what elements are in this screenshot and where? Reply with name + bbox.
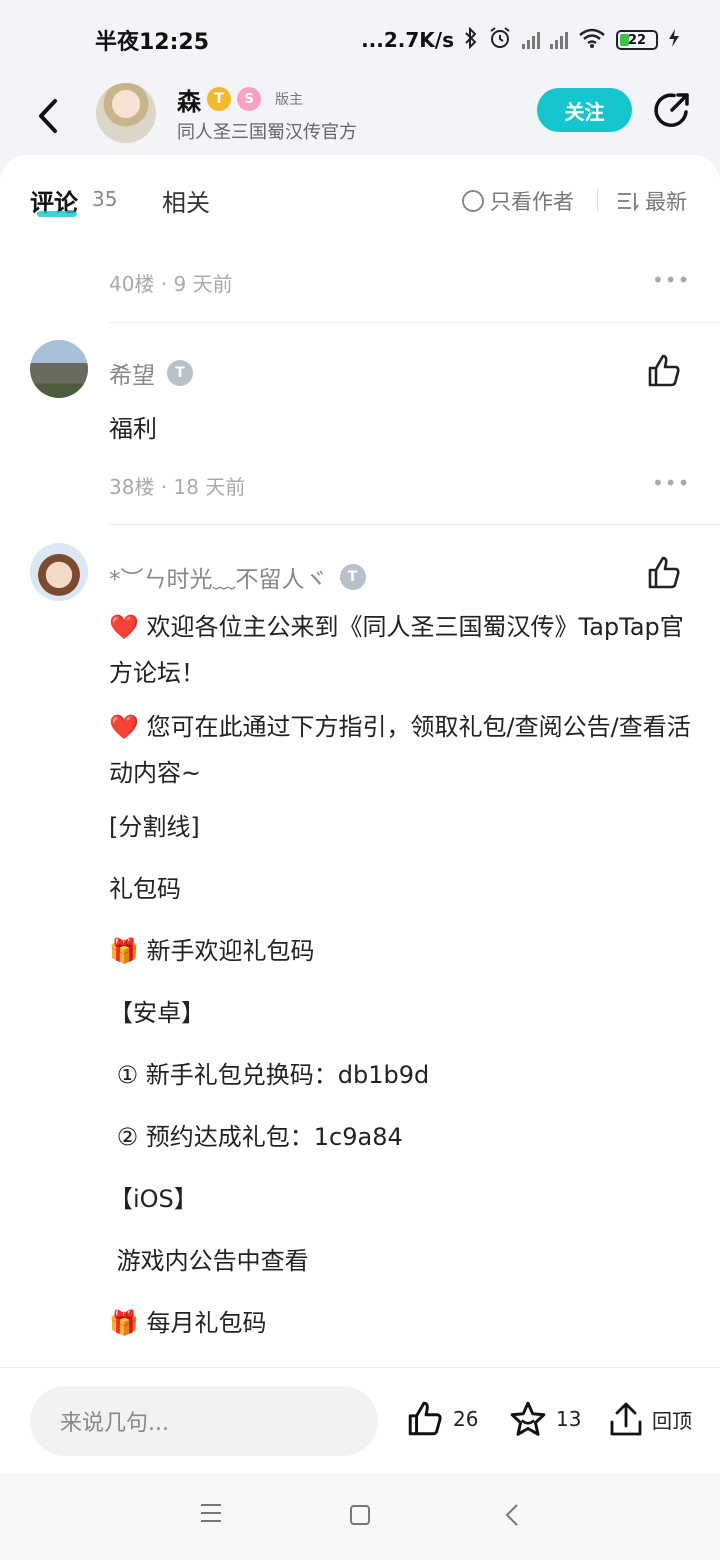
commenter-name-row[interactable]: *︶ㄣ时光﹏不留人ヾ T: [109, 560, 366, 594]
author-name: 森: [177, 87, 201, 116]
system-nav-bar: [0, 1473, 720, 1560]
back-to-top-button[interactable]: 回顶: [608, 1400, 692, 1438]
commenter-avatar[interactable]: [30, 543, 88, 601]
follow-button[interactable]: 关注: [537, 88, 632, 132]
commenter-avatar[interactable]: [30, 340, 88, 398]
comment-tabs: 评论 35 相关 只看作者 最新: [0, 155, 720, 245]
body-line: 游戏内公告中查看: [109, 1247, 309, 1275]
comment-body: ❤️ 欢迎各位主公来到《同人圣三国蜀汉传》TapTap官方论坛！ ❤️ 您可在此…: [109, 604, 699, 1346]
level-badge-icon: T: [207, 87, 231, 111]
body-line: ② 预约达成礼包：1c9a84: [109, 1123, 403, 1151]
only-author-toggle[interactable]: 只看作者: [462, 186, 574, 216]
star-icon: [510, 1401, 546, 1436]
body-paragraph: ❤️ 欢迎各位主公来到《同人圣三国蜀汉传》TapTap官方论坛！: [109, 613, 684, 687]
signal-icon-2: [550, 31, 568, 49]
thumbs-up-icon[interactable]: [646, 353, 682, 389]
status-bar: 半夜12:25 ...2.7K/s 22: [0, 0, 720, 80]
more-options-icon[interactable]: •••: [652, 268, 690, 292]
bottom-action-bar: 来说几句... 26 13 回顶: [0, 1367, 720, 1473]
like-button[interactable]: 26: [405, 1400, 478, 1438]
tab-related[interactable]: 相关: [162, 183, 210, 218]
comments-card: 评论 35 相关 只看作者 最新 40楼 · 9 天前 ••• 希望 T 福利 …: [0, 155, 720, 1367]
moderator-label: 版主: [275, 92, 303, 108]
gift-icon: 🎁: [109, 937, 139, 965]
comment-count: 35: [92, 187, 118, 211]
author-subtitle: 同人圣三国蜀汉传官方: [177, 122, 357, 143]
comment-text: 福利: [109, 415, 157, 443]
commenter-name-row[interactable]: 希望 T: [109, 356, 193, 390]
post-header: 森 T S 版主 同人圣三国蜀汉传官方 关注: [0, 80, 720, 152]
thumbs-up-icon: [408, 1401, 442, 1436]
thumbs-up-icon[interactable]: [646, 555, 682, 591]
pink-badge-icon: S: [237, 87, 261, 111]
favorite-button[interactable]: 13: [508, 1400, 581, 1438]
share-icon: [654, 93, 689, 127]
body-line: [分割线]: [109, 813, 200, 841]
tab-separator: [597, 189, 598, 211]
nav-back-icon[interactable]: [505, 1503, 519, 1527]
body-line: 🎁 每月礼包码: [109, 1309, 267, 1337]
back-to-top-label: 回顶: [652, 1408, 692, 1433]
commenter-name: 希望: [109, 363, 155, 389]
signal-icon: [522, 31, 540, 49]
comment-input[interactable]: 来说几句...: [30, 1386, 378, 1456]
gift-icon: 🎁: [109, 1309, 139, 1337]
back-arrow-icon: [39, 99, 57, 133]
heart-icon: ❤️: [109, 713, 139, 741]
body-line: ① 新手礼包兑换码：db1b9d: [109, 1061, 430, 1089]
body-line: 礼包码: [109, 875, 181, 903]
sort-button[interactable]: 最新: [617, 186, 687, 216]
sort-label: 最新: [645, 190, 687, 214]
back-button[interactable]: [30, 88, 66, 144]
status-time: 半夜12:25: [95, 30, 210, 55]
battery-icon: 22: [616, 30, 658, 50]
only-author-label: 只看作者: [490, 190, 574, 214]
heart-icon: ❤️: [109, 613, 139, 641]
menu-icon[interactable]: [200, 1503, 222, 1523]
divider: [109, 524, 720, 525]
divider: [109, 322, 720, 323]
home-icon[interactable]: [350, 1505, 370, 1525]
more-options-icon[interactable]: •••: [652, 471, 690, 495]
level-badge-icon: T: [167, 360, 193, 386]
body-paragraph: ❤️ 您可在此通过下方指引，领取礼包/查阅公告/查看活动内容~: [109, 713, 691, 787]
wifi-icon: [578, 27, 606, 54]
network-speed: ...2.7K/s: [361, 28, 454, 52]
author-avatar[interactable]: [96, 83, 156, 143]
upload-arrow-icon: [610, 1402, 642, 1436]
charging-icon: [668, 28, 680, 53]
share-button[interactable]: [652, 90, 692, 130]
tab-active-indicator: [37, 211, 77, 217]
body-line: 【iOS】: [109, 1185, 198, 1213]
radio-circle-icon: [462, 190, 484, 212]
author-info[interactable]: 森 T S 版主 同人圣三国蜀汉传官方: [177, 82, 357, 144]
favorite-count: 13: [556, 1407, 582, 1431]
body-line: 【安卓】: [109, 999, 205, 1027]
level-badge-icon: T: [339, 564, 366, 590]
bluetooth-icon: [464, 26, 478, 54]
floor-40-meta: 40楼 · 9 天前: [109, 272, 233, 296]
like-count: 26: [453, 1407, 479, 1431]
commenter-name: *︶ㄣ时光﹏不留人ヾ: [109, 567, 328, 593]
body-line: 🎁 新手欢迎礼包码: [109, 937, 315, 965]
floor-38-meta: 38楼 · 18 天前: [109, 475, 246, 499]
alarm-icon: [488, 26, 512, 55]
sort-icon: [618, 193, 639, 211]
